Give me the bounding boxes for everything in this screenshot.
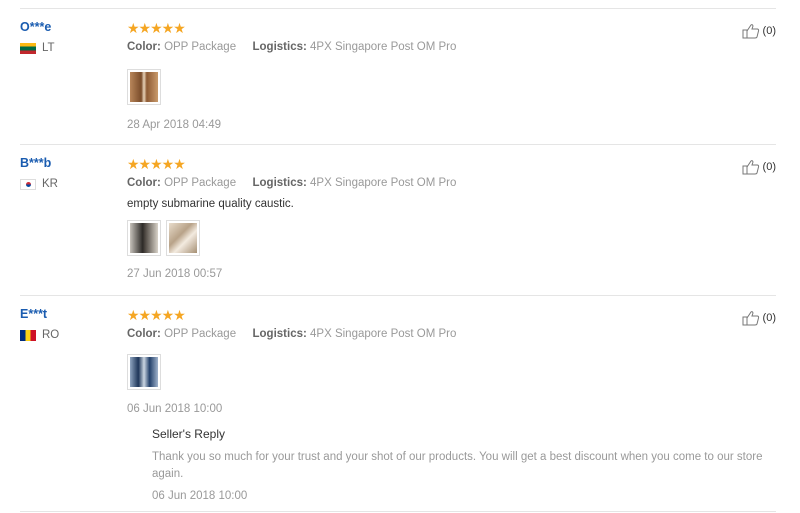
reviewer-name[interactable]: O***e (20, 20, 51, 34)
seller-reply-text: Thank you so much for your trust and you… (152, 451, 763, 480)
seller-reply: Seller's Reply Thank you so much for you… (152, 427, 777, 502)
logistics-value: 4PX Singapore Post OM Pro (310, 41, 457, 53)
review-item: B***b KR ★★★★★ Color: OPP Package Logist… (20, 144, 776, 295)
reviewer-name[interactable]: B***b (20, 156, 51, 170)
color-value: OPP Package (164, 177, 237, 189)
helpful-count: (0) (762, 312, 776, 324)
review-date: 28 Apr 2018 04:49 (127, 119, 221, 131)
country-code: LT (42, 42, 55, 54)
country-code: KR (42, 178, 58, 190)
helpful-count: (0) (762, 25, 776, 37)
logistics-value: 4PX Singapore Post OM Pro (310, 328, 457, 340)
flag-icon (20, 329, 36, 341)
review-photos (127, 69, 161, 105)
review-item: E***t RO ★★★★★ Color: OPP Package Logist… (20, 295, 776, 512)
order-info: Color: OPP Package Logistics: 4PX Singap… (127, 328, 456, 340)
star-rating: ★★★★★ (127, 156, 186, 172)
logistics-label: Logistics: (252, 328, 307, 340)
review-item: O***e LT ★★★★★ Color: OPP Package Logist… (20, 8, 776, 144)
seller-reply-date: 06 Jun 2018 10:00 (152, 490, 248, 502)
star-rating: ★★★★★ (127, 307, 186, 323)
color-value: OPP Package (164, 328, 237, 340)
review-date: 27 Jun 2018 00:57 (127, 268, 223, 280)
reviewer-country: LT (20, 42, 55, 54)
review-photo-thumbnail[interactable] (166, 220, 200, 256)
color-label: Color: (127, 328, 161, 340)
review-comment: empty submarine quality caustic. (127, 198, 294, 210)
seller-reply-title: Seller's Reply (152, 427, 225, 441)
thumbs-up-icon[interactable] (742, 159, 760, 175)
review-photo-thumbnail[interactable] (127, 354, 161, 390)
flag-icon (20, 178, 36, 190)
thumbs-up-icon[interactable] (742, 23, 760, 39)
review-photos (127, 354, 161, 390)
flag-icon (20, 42, 36, 54)
star-rating: ★★★★★ (127, 20, 186, 36)
helpful-button[interactable]: (0) (742, 310, 776, 326)
reviewer-country: RO (20, 329, 59, 341)
review-photo-thumbnail[interactable] (127, 69, 161, 105)
logistics-value: 4PX Singapore Post OM Pro (310, 177, 457, 189)
review-date: 06 Jun 2018 10:00 (127, 403, 223, 415)
thumbs-up-icon[interactable] (742, 310, 760, 326)
helpful-button[interactable]: (0) (742, 159, 776, 175)
reviewer-name[interactable]: E***t (20, 307, 47, 321)
color-value: OPP Package (164, 41, 237, 53)
reviewer-country: KR (20, 178, 58, 190)
order-info: Color: OPP Package Logistics: 4PX Singap… (127, 177, 456, 189)
review-photo-thumbnail[interactable] (127, 220, 161, 256)
color-label: Color: (127, 177, 161, 189)
review-photos (127, 220, 200, 256)
order-info: Color: OPP Package Logistics: 4PX Singap… (127, 41, 456, 53)
logistics-label: Logistics: (252, 41, 307, 53)
color-label: Color: (127, 41, 161, 53)
helpful-button[interactable]: (0) (742, 23, 776, 39)
country-code: RO (42, 329, 60, 341)
helpful-count: (0) (762, 161, 776, 173)
logistics-label: Logistics: (252, 177, 307, 189)
